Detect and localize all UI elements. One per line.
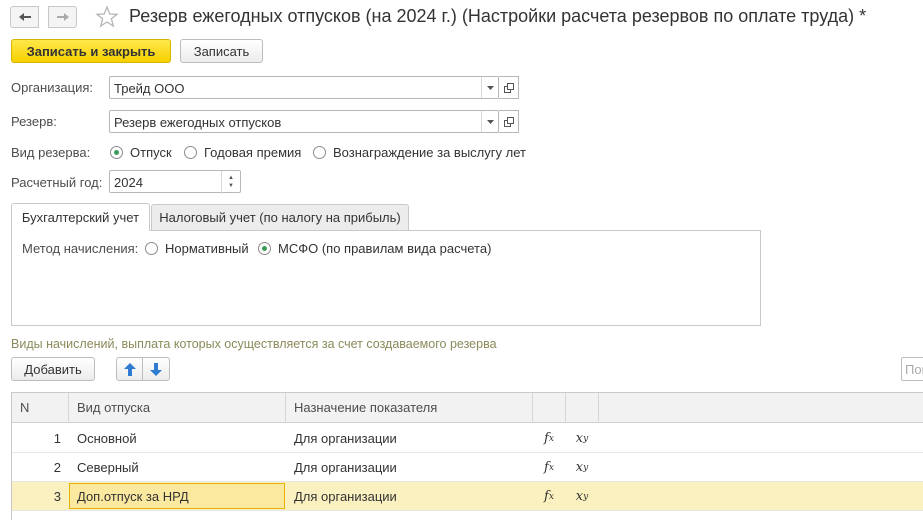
- year-value: 2024: [114, 175, 143, 190]
- radio-vacation-label[interactable]: Отпуск: [130, 145, 172, 160]
- tab-tax-accounting[interactable]: Налоговый учет (по налогу на прибыль): [151, 204, 409, 230]
- row-number: 2: [53, 460, 61, 475]
- organization-field[interactable]: Трейд ООО: [109, 76, 499, 99]
- add-button[interactable]: Добавить: [11, 357, 95, 381]
- reserve-field[interactable]: Резерв ежегодных отпусков: [109, 110, 499, 133]
- formula-xy-icon[interactable]: xy: [566, 424, 598, 453]
- radio-vacation[interactable]: [110, 146, 123, 159]
- organization-value: Трейд ООО: [114, 81, 185, 96]
- row-vacation[interactable]: Северный: [77, 453, 139, 482]
- accruals-section-title: Виды начислений, выплата которых осущест…: [11, 337, 497, 351]
- organization-open-button[interactable]: [499, 76, 519, 99]
- reserve-type-label: Вид резерва:: [11, 145, 91, 160]
- search-input[interactable]: Пои: [901, 357, 923, 381]
- tab-accounting[interactable]: Бухгалтерский учет: [11, 203, 150, 231]
- page-title: Резерв ежегодных отпусков (на 2024 г.) (…: [129, 6, 867, 26]
- table-header: N Вид отпуска Назначение показателя: [12, 393, 923, 423]
- save-button[interactable]: Записать: [180, 39, 263, 63]
- reserve-open-button[interactable]: [499, 110, 519, 133]
- column-header-value: [566, 393, 599, 423]
- forward-button[interactable]: [48, 6, 77, 28]
- chevron-down-icon: [486, 119, 494, 124]
- formula-xy-icon[interactable]: xy: [566, 453, 598, 482]
- search-placeholder: Пои: [905, 362, 923, 377]
- reserve-value: Резерв ежегодных отпусков: [114, 115, 282, 130]
- arrow-right-icon: [56, 13, 69, 21]
- arrow-up-icon: [123, 362, 136, 376]
- year-label: Расчетный год:: [11, 175, 103, 190]
- radio-ifrs[interactable]: [258, 242, 271, 255]
- chevron-down-icon: [486, 85, 494, 90]
- spin-up-icon[interactable]: ▲: [228, 175, 234, 181]
- save-and-close-button[interactable]: Записать и закрыть: [11, 39, 171, 63]
- column-header-formula: [533, 393, 566, 423]
- radio-seniority-reward[interactable]: [313, 146, 326, 159]
- reserve-dropdown-button[interactable]: [481, 111, 498, 132]
- organization-label: Организация:: [11, 80, 94, 95]
- arrow-down-icon: [150, 362, 162, 376]
- radio-annual-bonus-label[interactable]: Годовая премия: [204, 145, 301, 160]
- table-row[interactable]: 1 Основной Для организации fx xy: [12, 424, 923, 453]
- radio-normative-label[interactable]: Нормативный: [165, 241, 249, 256]
- formula-xy-icon[interactable]: xy: [566, 482, 598, 511]
- accruals-table: N Вид отпуска Назначение показателя 1 Ос…: [11, 392, 923, 520]
- table-row-selected[interactable]: 3 Доп.отпуск за НРД Для организации fx x…: [12, 482, 923, 511]
- radio-normative[interactable]: [145, 242, 158, 255]
- formula-fx-icon[interactable]: fx: [533, 424, 565, 453]
- formula-fx-icon[interactable]: fx: [533, 453, 565, 482]
- column-header-vacation[interactable]: Вид отпуска: [69, 393, 286, 423]
- open-window-icon: [503, 116, 514, 127]
- row-number: 3: [53, 489, 61, 504]
- column-header-n[interactable]: N: [12, 393, 69, 423]
- year-field[interactable]: 2024 ▲ ▼: [109, 170, 241, 194]
- row-number: 1: [53, 431, 61, 446]
- move-up-button[interactable]: [116, 357, 143, 381]
- back-button[interactable]: [10, 6, 39, 28]
- row-purpose[interactable]: Для организации: [294, 482, 397, 511]
- method-label: Метод начисления:: [22, 241, 139, 256]
- radio-ifrs-label[interactable]: МСФО (по правилам вида расчета): [278, 241, 491, 256]
- row-vacation[interactable]: Основной: [77, 424, 137, 453]
- column-header-purpose[interactable]: Назначение показателя: [286, 393, 533, 423]
- radio-seniority-reward-label[interactable]: Вознаграждение за выслугу лет: [333, 145, 526, 160]
- favorite-star-icon[interactable]: [95, 5, 119, 29]
- accounting-tab-panel: Метод начисления: Нормативный МСФО (по п…: [11, 230, 761, 326]
- arrow-left-icon: [18, 13, 31, 21]
- radio-annual-bonus[interactable]: [184, 146, 197, 159]
- organization-dropdown-button[interactable]: [481, 77, 498, 98]
- row-vacation[interactable]: Доп.отпуск за НРД: [77, 482, 189, 511]
- year-spinner[interactable]: ▲ ▼: [221, 171, 240, 194]
- spin-down-icon[interactable]: ▼: [228, 183, 234, 189]
- row-purpose[interactable]: Для организации: [294, 453, 397, 482]
- row-purpose[interactable]: Для организации: [294, 424, 397, 453]
- formula-fx-icon[interactable]: fx: [533, 482, 565, 511]
- open-window-icon: [503, 82, 514, 93]
- table-row[interactable]: 2 Северный Для организации fx xy: [12, 453, 923, 482]
- reserve-label: Резерв:: [11, 114, 57, 129]
- move-down-button[interactable]: [143, 357, 170, 381]
